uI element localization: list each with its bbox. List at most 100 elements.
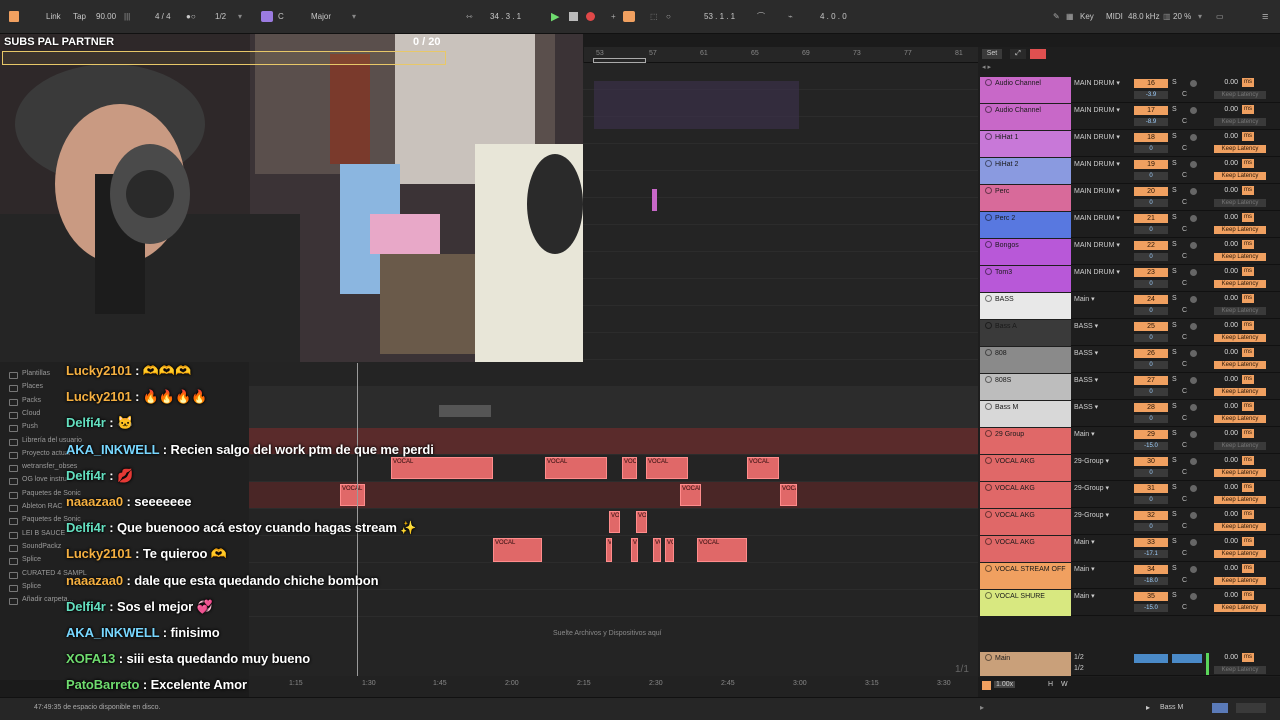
chevron-down-icon[interactable]: ▾ (1091, 296, 1095, 303)
output-routing[interactable]: BASS ▾ (1074, 322, 1124, 330)
fold-icon[interactable] (985, 654, 992, 661)
time-ruler[interactable]: 1:15 1:30 1:45 2:00 2:15 2:30 2:45 3:00 … (249, 676, 978, 697)
arm-button[interactable] (1190, 80, 1197, 87)
track-volume-value[interactable]: -17.1 (1134, 550, 1168, 558)
keep-latency-button[interactable]: Keep Latency (1214, 604, 1266, 612)
follow-icon[interactable]: ⇿ (466, 0, 473, 34)
track-volume-value[interactable]: 0 (1134, 253, 1168, 261)
track-name[interactable]: 29 Group (980, 428, 1071, 454)
fold-icon[interactable] (985, 511, 992, 518)
keep-latency-button[interactable]: Keep Latency (1214, 334, 1266, 342)
keep-latency-button[interactable]: Keep Latency (1214, 253, 1266, 261)
track-volume-value[interactable]: 0 (1134, 388, 1168, 396)
track-delay[interactable]: 0.00 (1218, 214, 1238, 221)
solo-button[interactable]: S (1172, 322, 1177, 329)
chevron-down-icon[interactable]: ▾ (1095, 404, 1099, 411)
track-activator[interactable]: 24 (1134, 295, 1168, 304)
track-volume-value[interactable]: -3.9 (1134, 91, 1168, 99)
track-header[interactable]: Bass A BASS ▾ 25 0 S C 0.00 ms Keep Latency (980, 320, 1280, 346)
keep-latency-button[interactable]: Keep Latency (1214, 280, 1266, 288)
track-activator[interactable]: 30 (1134, 457, 1168, 466)
track-name[interactable]: Bass M (980, 401, 1071, 427)
track-header[interactable]: 29 Group Main ▾ 29 -15.0 S C 0.00 ms Keep Latenc… (980, 428, 1280, 454)
solo-button[interactable]: S (1172, 484, 1177, 491)
track-activator[interactable]: 23 (1134, 268, 1168, 277)
browser-item[interactable]: Plantillas (22, 370, 50, 377)
arm-button[interactable] (1190, 377, 1197, 384)
track-delay[interactable]: 0.00 (1218, 484, 1238, 491)
output-routing[interactable]: 29-Group ▾ (1074, 484, 1124, 492)
track-name[interactable]: Audio Channel (980, 104, 1071, 130)
clip-vocal[interactable]: VOCAL (340, 484, 365, 506)
chevron-down-icon[interactable]: ▾ (352, 0, 356, 34)
output-routing[interactable]: BASS ▾ (1074, 376, 1124, 384)
browser-item[interactable]: Proyecto actual (22, 450, 70, 457)
play-icon[interactable]: ▸ (1146, 703, 1150, 712)
chevron-down-icon[interactable]: ▾ (1116, 188, 1120, 195)
track-delay[interactable]: 0.00 (1218, 268, 1238, 275)
track-name[interactable]: Perc 2 (980, 212, 1071, 238)
arm-button[interactable] (1190, 566, 1197, 573)
crossfade-button[interactable]: C (1182, 307, 1187, 314)
output-routing[interactable]: Main ▾ (1074, 565, 1124, 573)
solo-button[interactable]: S (1172, 187, 1177, 194)
browser-item[interactable]: SoundPackz (22, 543, 61, 550)
track-activator[interactable]: 21 (1134, 214, 1168, 223)
master-volume[interactable]: 0.00 (1218, 654, 1238, 661)
arm-button[interactable] (1190, 350, 1197, 357)
browser-item[interactable]: Splice (22, 583, 41, 590)
track-delay[interactable]: 0.00 (1218, 322, 1238, 329)
track-volume-value[interactable]: 0 (1134, 199, 1168, 207)
track-volume-value[interactable]: -15.0 (1134, 442, 1168, 450)
track-activator[interactable]: 27 (1134, 376, 1168, 385)
fold-icon[interactable] (985, 565, 992, 572)
clip-vocal[interactable]: VOCAL (609, 511, 620, 533)
key-root-select[interactable]: C (278, 0, 284, 34)
browser-item[interactable]: Splice (22, 556, 41, 563)
keep-latency-button[interactable]: Keep Latency (1214, 145, 1266, 153)
arm-button[interactable] (1190, 458, 1197, 465)
crossfade-button[interactable]: C (1182, 415, 1187, 422)
punch-in-icon[interactable]: ⌒ (757, 0, 765, 34)
lock-icon[interactable] (1030, 49, 1046, 59)
output-routing[interactable]: BASS ▾ (1074, 349, 1124, 357)
crossfade-button[interactable]: C (1182, 145, 1187, 152)
arm-button[interactable] (1190, 161, 1197, 168)
automation-arm-icon[interactable] (623, 11, 635, 22)
clip-vocal[interactable]: VOCAL (622, 457, 637, 479)
chevron-down-icon[interactable]: ▾ (1091, 539, 1095, 546)
browser-item[interactable]: Ableton RAC (22, 503, 62, 510)
track-volume-value[interactable]: 0 (1134, 307, 1168, 315)
track-volume-value[interactable]: 0 (1134, 496, 1168, 504)
loop-length[interactable]: 4 . 0 . 0 (820, 0, 847, 34)
keep-latency-button[interactable]: Keep Latency (1214, 469, 1266, 477)
browser-item[interactable]: Cloud (22, 410, 40, 417)
keep-latency-button[interactable]: Keep Latency (1214, 172, 1266, 180)
track-delay[interactable]: 0.00 (1218, 79, 1238, 86)
master-track[interactable]: Main 1/2 1/2 0.00 ms Keep Latency (980, 652, 1280, 676)
punch-icon[interactable]: ⬚ (650, 0, 658, 34)
track-delay[interactable]: 0.00 (1218, 187, 1238, 194)
clip[interactable] (652, 189, 657, 211)
chevron-down-icon[interactable]: ▾ (1106, 512, 1110, 519)
clip-vocal[interactable]: VOCAL (493, 538, 542, 562)
clip-vocal[interactable]: VOCAL (680, 484, 701, 506)
solo-button[interactable]: S (1172, 511, 1177, 518)
fold-icon[interactable] (985, 214, 992, 221)
track-delay[interactable]: 0.00 (1218, 538, 1238, 545)
track-lane[interactable] (249, 536, 978, 563)
solo-button[interactable]: S (1172, 79, 1177, 86)
chevron-down-icon[interactable]: ▾ (1091, 431, 1095, 438)
loop-start[interactable]: 53 . 1 . 1 (704, 0, 735, 34)
clip-vocal[interactable]: VOCAL (606, 538, 612, 562)
crossfade-button[interactable]: C (1182, 280, 1187, 287)
fold-icon[interactable] (985, 79, 992, 86)
metronome-icon[interactable]: ||| (124, 0, 130, 34)
punch-out-icon[interactable]: ⌁ (788, 0, 793, 34)
browser-item[interactable]: Push (22, 423, 38, 430)
fold-icon[interactable] (985, 430, 992, 437)
keep-latency-button[interactable]: Keep Latency (1214, 666, 1266, 674)
arm-button[interactable] (1190, 593, 1197, 600)
clip-vocal[interactable]: VOCAL (391, 457, 493, 479)
output-routing[interactable]: MAIN DRUM ▾ (1074, 106, 1124, 114)
